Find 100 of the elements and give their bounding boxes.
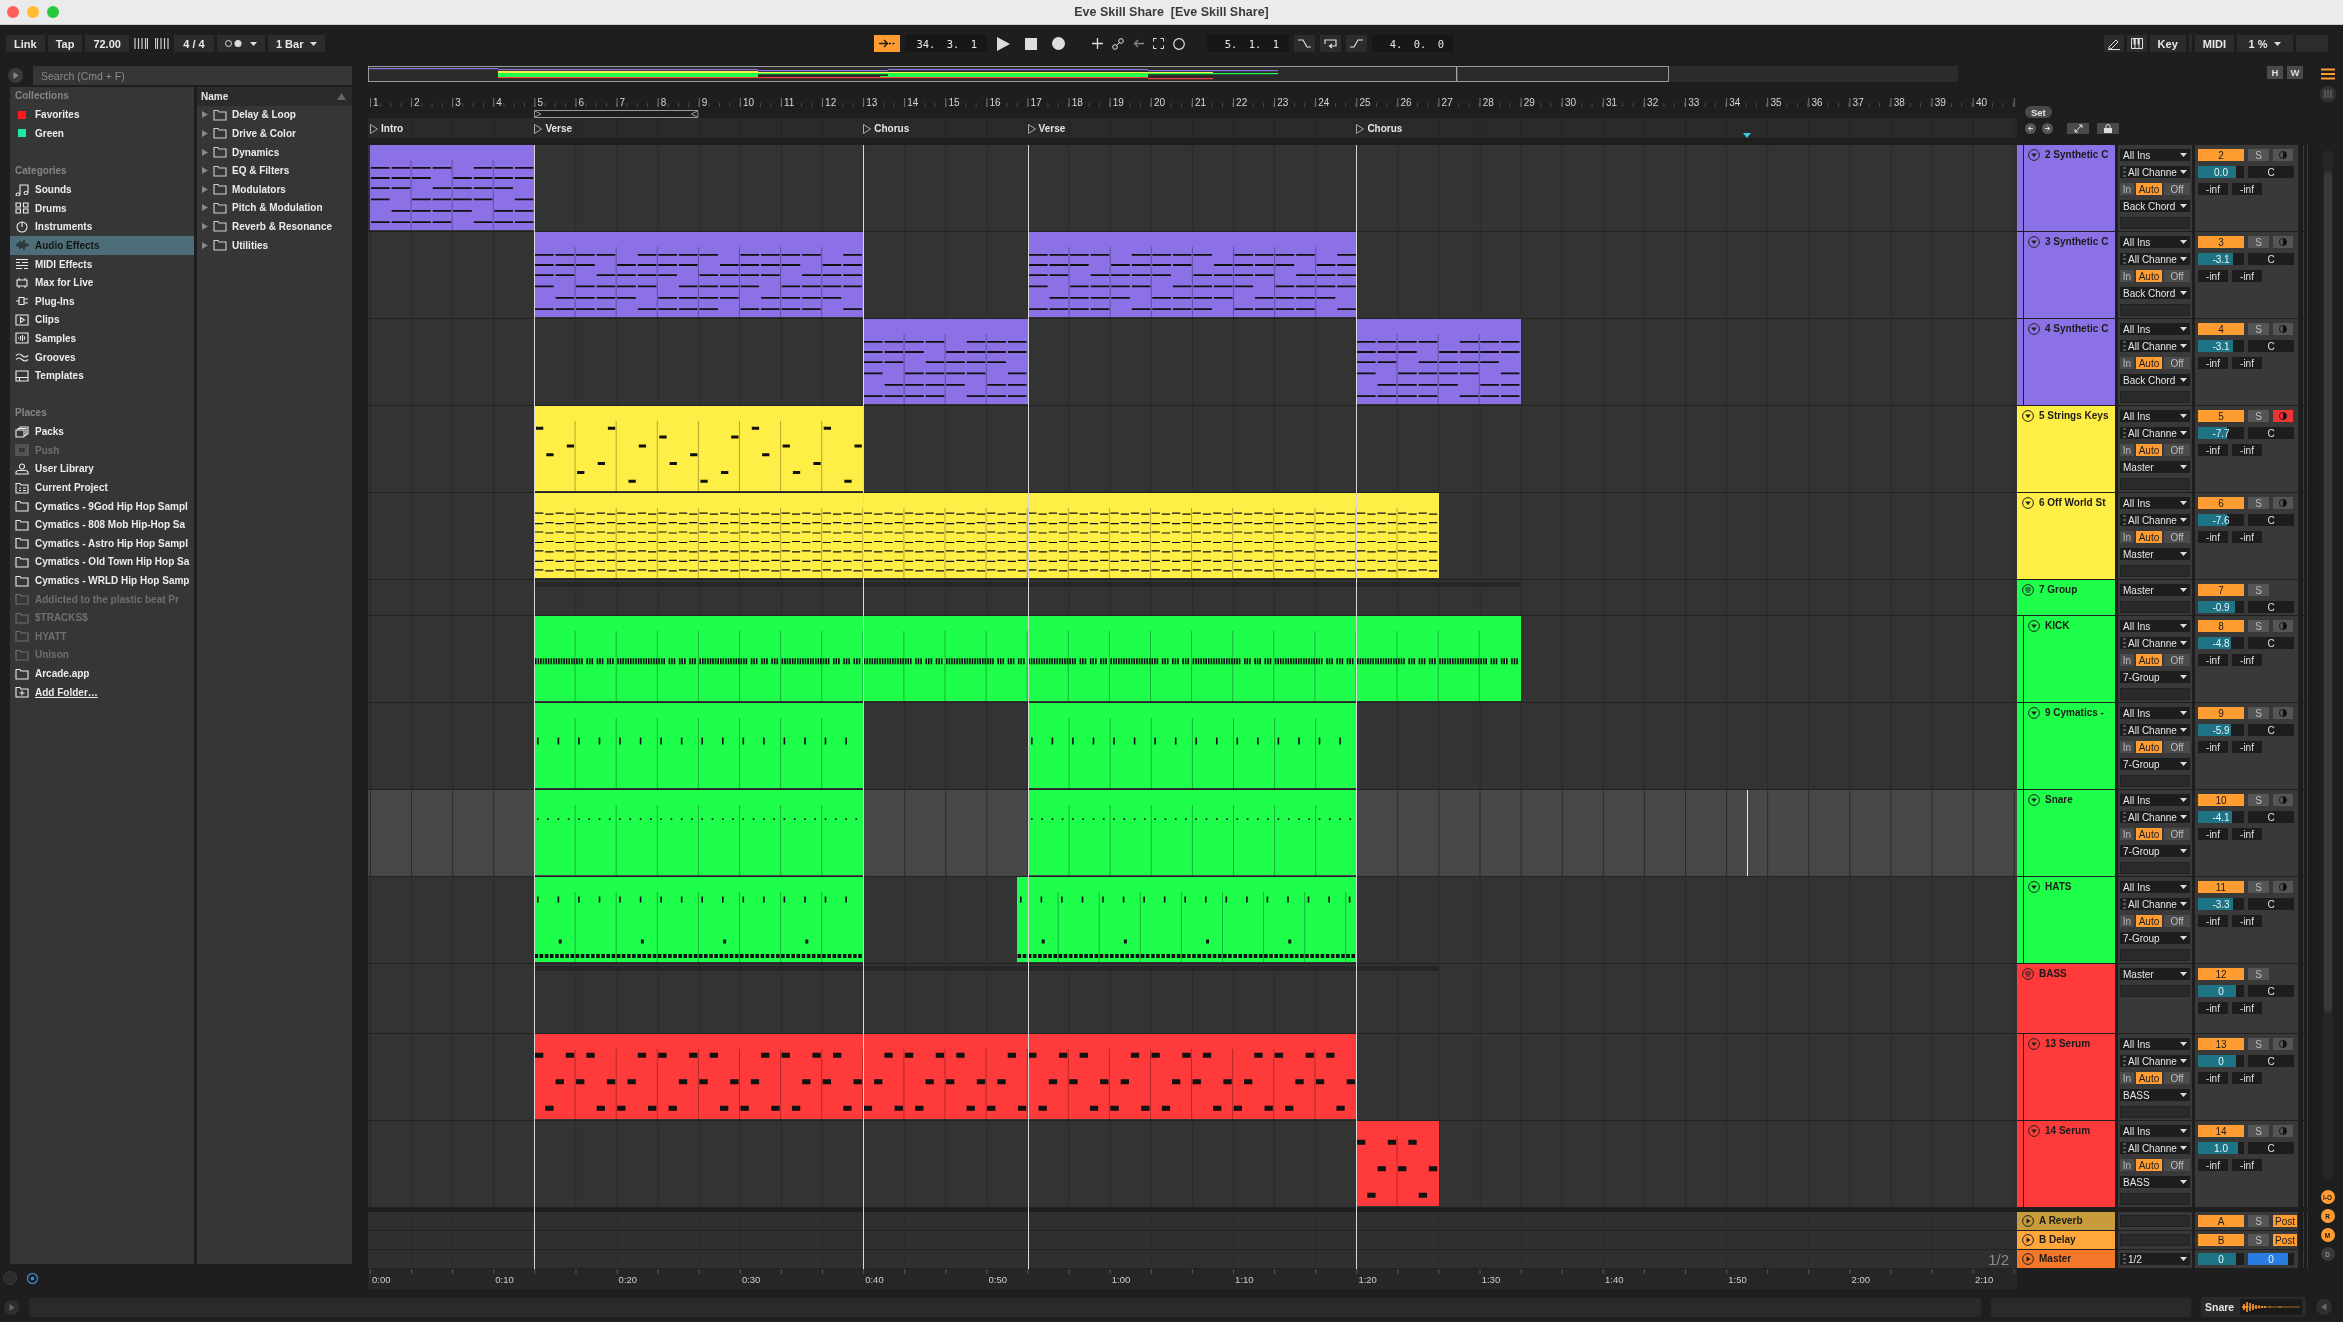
monitor-button[interactable]: Auto (2136, 1159, 2162, 1171)
right-arrow-circle-icon[interactable] (2042, 122, 2053, 134)
monitor-button[interactable]: In (2120, 531, 2134, 543)
midi-clip[interactable] (1017, 877, 1357, 962)
solo-button[interactable]: S (2248, 1125, 2269, 1137)
solo-button[interactable]: S (2248, 236, 2269, 248)
send-mode-button[interactable]: Post (2273, 1215, 2297, 1227)
input-channel-dropdown[interactable]: All Channe (2120, 898, 2190, 910)
midi-clip[interactable] (370, 145, 535, 230)
pan-field[interactable]: C (2248, 514, 2294, 526)
midi-clip[interactable] (534, 406, 864, 491)
solo-button[interactable]: S (2248, 620, 2269, 632)
sidebar-item[interactable]: Drums (10, 198, 194, 218)
arm-button[interactable] (2273, 794, 2293, 806)
vertical-lines-icon[interactable] (133, 38, 148, 49)
triangle-marker-icon[interactable] (1742, 133, 1751, 138)
solo-button[interactable]: S (2248, 968, 2269, 980)
output-type-dropdown[interactable]: Master (2120, 461, 2190, 473)
track-activator-button[interactable]: 9 (2198, 707, 2244, 719)
send-field[interactable]: -inf (2232, 183, 2262, 195)
track-activator-button[interactable]: 11 (2198, 881, 2244, 893)
target-icon[interactable] (27, 1272, 38, 1284)
input-channel-dropdown[interactable]: All Channe (2120, 427, 2190, 439)
send-field[interactable]: -inf (2232, 1159, 2262, 1171)
stop-icon[interactable] (1025, 37, 1037, 50)
volume-slider[interactable]: -3.3 (2198, 898, 2244, 910)
input-type-dropdown[interactable]: All Ins (2120, 410, 2190, 422)
arm-button[interactable] (2273, 881, 2293, 893)
sidebar-item[interactable]: Arcade.app (10, 664, 194, 683)
down-triangle-circle-icon[interactable] (2028, 707, 2040, 719)
computer-keyboard-button[interactable] (2126, 35, 2147, 52)
arm-button[interactable] (2273, 149, 2293, 161)
monitor-button[interactable]: In (2120, 183, 2134, 195)
track-header[interactable]: 3 Synthetic C (2017, 232, 2115, 318)
volume-slider[interactable]: -4.1 (2198, 811, 2244, 823)
monitor-button[interactable]: Off (2164, 654, 2190, 666)
track-lane[interactable]: 1/2 (368, 1250, 2017, 1269)
track-header[interactable]: Master (2017, 1250, 2115, 1268)
input-channel-dropdown[interactable]: All Channe (2120, 1142, 2190, 1154)
track-header[interactable]: Snare (2017, 790, 2115, 876)
solo-button[interactable]: S (2248, 584, 2269, 596)
cpu-load-dropdown[interactable]: 1 % (2237, 35, 2293, 52)
midi-clip[interactable] (1356, 319, 1521, 404)
monitor-button[interactable]: In (2120, 741, 2134, 753)
monitor-button[interactable]: Off (2164, 741, 2190, 753)
locator[interactable]: Chorus (1356, 123, 1403, 134)
browser-item[interactable]: Modulators (197, 179, 352, 199)
sidebar-item[interactable]: Max for Live (10, 273, 194, 292)
midi-clip[interactable] (863, 319, 1028, 404)
output-type-dropdown[interactable]: 7-Group (2120, 758, 2190, 770)
send-field[interactable]: -inf (2232, 1072, 2262, 1084)
send-field[interactable]: -inf (2232, 915, 2262, 927)
punch-in-button[interactable] (1294, 35, 1315, 52)
pan-field[interactable]: C (2248, 1142, 2294, 1154)
input-channel-dropdown[interactable]: All Channe (2120, 340, 2190, 352)
solo-button[interactable]: S (2248, 794, 2269, 806)
input-type-dropdown[interactable]: All Ins (2120, 881, 2190, 893)
track-activator-button[interactable]: 10 (2198, 794, 2244, 806)
loop-brace[interactable] (534, 110, 699, 118)
play-icon[interactable] (997, 36, 1010, 51)
right-triangle-icon[interactable] (202, 111, 208, 119)
send-field[interactable]: -inf (2232, 741, 2262, 753)
browser-item[interactable]: Dynamics (197, 142, 352, 162)
time-signature-field[interactable]: 4 / 4 (173, 35, 214, 52)
overview-size-button[interactable]: W (2287, 66, 2303, 79)
track-header[interactable]: 5 Strings Keys (2017, 406, 2115, 492)
monitor-button[interactable]: Auto (2136, 357, 2162, 369)
input-channel-dropdown[interactable]: All Channe (2120, 1055, 2190, 1067)
output-type-dropdown[interactable]: 7-Group (2120, 845, 2190, 857)
midi-clip[interactable] (534, 1034, 1357, 1119)
key-map-button[interactable]: Key (2149, 35, 2186, 52)
midi-clip[interactable] (1027, 703, 1357, 788)
node-link-icon[interactable] (1112, 37, 1124, 50)
output-channel-dropdown[interactable]: 1/2 (2120, 1253, 2190, 1265)
track-header[interactable]: B Delay (2017, 1231, 2115, 1249)
left-triangle-circle-icon[interactable] (2316, 1299, 2333, 1315)
group-clip-summary[interactable] (534, 582, 1521, 587)
input-type-dropdown[interactable]: All Ins (2120, 323, 2190, 335)
monitor-button[interactable]: In (2120, 357, 2134, 369)
track-activator-button[interactable]: 3 (2198, 236, 2244, 248)
send-field[interactable]: -inf (2232, 531, 2262, 543)
pan-field[interactable]: C (2248, 724, 2294, 736)
send-field[interactable]: -inf (2198, 915, 2228, 927)
volume-slider[interactable]: -4.8 (2198, 637, 2244, 649)
track-header[interactable]: 13 Serum (2017, 1034, 2115, 1120)
output-type-dropdown[interactable]: Back Chord (2120, 200, 2190, 212)
input-channel-dropdown[interactable]: All Channe (2120, 253, 2190, 265)
play-circle-icon[interactable] (2022, 1253, 2034, 1265)
send-field[interactable]: -inf (2198, 828, 2228, 840)
punch-out-button[interactable] (1346, 35, 1367, 52)
stacked-lines-icon[interactable] (2320, 68, 2335, 80)
sidebar-item[interactable]: Current Project (10, 478, 194, 497)
input-channel-dropdown[interactable]: All Channe (2120, 811, 2190, 823)
pan-field[interactable]: C (2248, 985, 2294, 997)
pan-field[interactable]: C (2248, 427, 2294, 439)
sidebar-item[interactable]: Clips (10, 310, 194, 330)
arm-button[interactable] (2273, 707, 2293, 719)
track-activator-button[interactable]: A (2198, 1215, 2244, 1227)
sidebar-item[interactable]: Cymatics - Astro Hip Hop Sampl (10, 534, 194, 553)
solo-button[interactable]: S (2248, 1234, 2269, 1246)
